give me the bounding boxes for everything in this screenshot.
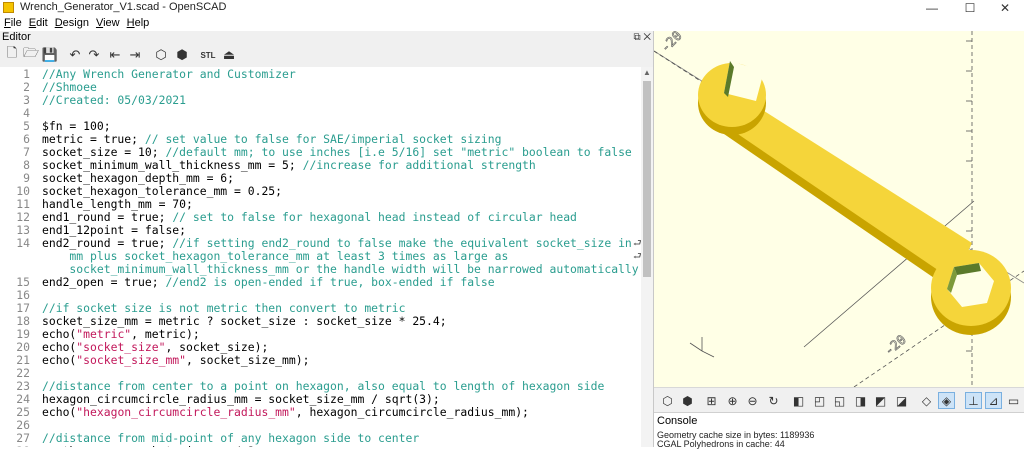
code-line[interactable]: 15 end2_open = true; //end2 is open-ended…	[0, 276, 640, 289]
scrollbar-thumb[interactable]	[643, 81, 651, 277]
unindent-icon[interactable]: ⇤	[107, 47, 123, 63]
axis-label-1: -20	[658, 31, 685, 56]
3d-viewport[interactable]: -20 20 -20 20	[654, 31, 1024, 387]
preview-icon[interactable]: ⬡	[153, 47, 169, 63]
viewport-scene: -20 20 -20 20	[654, 31, 1024, 387]
code-editor[interactable]: 1//Any Wrench Generator and Customizer 2/…	[0, 67, 653, 447]
send-to-print-icon[interactable]: ⏏	[221, 47, 237, 63]
code-line[interactable]: 21 echo("socket_size_mm", socket_size_mm)…	[0, 354, 640, 367]
menu-edit[interactable]: Edit	[25, 16, 48, 31]
line-number: 14	[16, 236, 30, 250]
console-line: CGAL Polyhedrons in cache: 44	[657, 439, 785, 449]
scroll-up-icon[interactable]: ▲	[641, 67, 653, 79]
code-text: end2_open = true; //end2 is open-ended i…	[42, 275, 495, 289]
new-file-icon[interactable]: 🗋	[4, 45, 20, 63]
wrench-model	[698, 61, 1011, 335]
editor-dock-buttons[interactable]: ⧉ ✕	[633, 31, 651, 44]
zoom-in-icon[interactable]: ⊕	[724, 392, 741, 409]
viewport-toolbar: ⬡ ⬢ ⊞ ⊕ ⊖ ↻ ◧ ◰ ◱ ◨ ◩ ◪ ◇ ◈ ⊥ ⊿ ▭	[654, 387, 1024, 413]
view-right-icon[interactable]: ◧	[790, 392, 807, 409]
editor-header: Editor ⧉ ✕	[0, 31, 653, 44]
render-icon[interactable]: ⬢	[679, 392, 696, 409]
editor-title: Editor	[2, 31, 31, 43]
save-file-icon[interactable]: 💾	[42, 47, 58, 63]
menu-design[interactable]: Design	[51, 16, 89, 31]
view-front-icon[interactable]: ◩	[872, 392, 889, 409]
menu-bar: File Edit Design View Help	[0, 16, 1024, 31]
maximize-button[interactable]: ☐	[951, 0, 989, 16]
code-line[interactable]: 25 echo("hexagon_circumcircle_radius_mm",…	[0, 406, 640, 419]
show-scale-icon[interactable]: ⊿	[985, 392, 1002, 409]
show-edges-icon[interactable]: ▭	[1005, 392, 1022, 409]
code-text: echo("socket_size_mm", socket_size_mm);	[42, 353, 310, 367]
zoom-out-icon[interactable]: ⊖	[744, 392, 761, 409]
axis-label-3: -20	[882, 332, 910, 359]
editor-panel: Editor ⧉ ✕ 🗋 🗁 💾 ↶ ↷ ⇤ ⇥ ⬡ ⬢ STL ⏏ 1//An…	[0, 31, 654, 447]
menu-file[interactable]: File	[0, 16, 22, 31]
undo-icon[interactable]: ↶	[67, 47, 83, 63]
window-title: Wrench_Generator_V1.scad - OpenSCAD	[20, 1, 227, 13]
close-button[interactable]: ✕	[986, 0, 1024, 16]
code-line[interactable]: 3//Created: 05/03/2021	[0, 94, 640, 107]
redo-icon[interactable]: ↷	[86, 47, 102, 63]
view-all-icon[interactable]: ⊞	[703, 392, 720, 409]
axis-gizmo	[689, 337, 715, 358]
console-panel: Console Geometry cache size in bytes: 11…	[654, 412, 1024, 449]
orthogonal-icon[interactable]: ◈	[938, 392, 955, 409]
editor-toolbar: 🗋 🗁 💾 ↶ ↷ ⇤ ⇥ ⬡ ⬢ STL ⏏	[0, 44, 653, 68]
minimize-button[interactable]: —	[913, 0, 951, 16]
indent-icon[interactable]: ⇥	[127, 47, 143, 63]
export-stl-icon[interactable]: STL	[200, 47, 216, 63]
code-text: //Created: 05/03/2021	[42, 93, 187, 107]
view-back-icon[interactable]: ◪	[893, 392, 910, 409]
perspective-icon[interactable]: ◇	[918, 392, 935, 409]
openscad-app-icon	[3, 2, 14, 13]
render-icon[interactable]: ⬢	[174, 47, 190, 63]
view-bottom-icon[interactable]: ◱	[831, 392, 848, 409]
view-left-icon[interactable]: ◨	[852, 392, 869, 409]
preview-icon[interactable]: ⬡	[659, 392, 676, 409]
show-axes-icon[interactable]: ⊥	[965, 392, 982, 409]
code-text: echo("hexagon_circumcircle_radius_mm", h…	[42, 405, 529, 419]
menu-help[interactable]: Help	[123, 16, 150, 31]
console-title: Console	[657, 415, 698, 427]
open-file-icon[interactable]: 🗁	[23, 45, 39, 63]
title-bar: Wrench_Generator_V1.scad - OpenSCAD — ☐ …	[0, 0, 1024, 16]
reset-view-icon[interactable]: ↻	[765, 392, 782, 409]
menu-view[interactable]: View	[92, 16, 120, 31]
view-top-icon[interactable]: ◰	[811, 392, 828, 409]
editor-scrollbar[interactable]: ▲	[641, 67, 653, 447]
